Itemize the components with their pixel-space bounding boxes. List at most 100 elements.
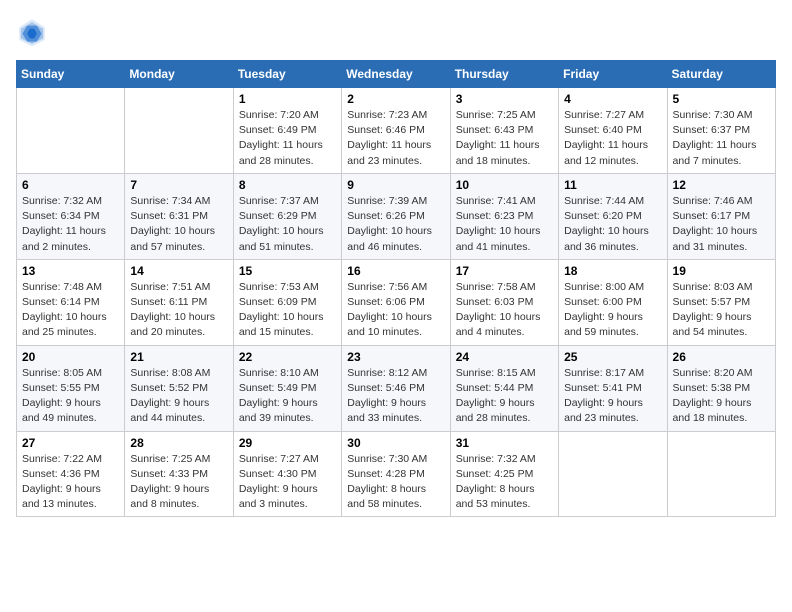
day-info: Sunrise: 7:23 AMSunset: 6:46 PMDaylight:… [347,108,444,169]
day-number: 17 [456,264,553,278]
calendar-cell: 25 Sunrise: 8:17 AMSunset: 5:41 PMDayligh… [559,345,667,431]
day-info: Sunrise: 7:30 AMSunset: 4:28 PMDaylight:… [347,452,444,513]
day-number: 23 [347,350,444,364]
calendar-cell: 21 Sunrise: 8:08 AMSunset: 5:52 PMDayligh… [125,345,233,431]
calendar-cell: 18 Sunrise: 8:00 AMSunset: 6:00 PMDayligh… [559,259,667,345]
weekday-header: Saturday [667,61,775,88]
day-info: Sunrise: 8:10 AMSunset: 5:49 PMDaylight:… [239,366,336,427]
day-number: 28 [130,436,227,450]
day-number: 30 [347,436,444,450]
calendar-cell: 13 Sunrise: 7:48 AMSunset: 6:14 PMDayligh… [17,259,125,345]
calendar-cell: 7 Sunrise: 7:34 AMSunset: 6:31 PMDaylight… [125,173,233,259]
calendar-cell [17,88,125,174]
day-number: 10 [456,178,553,192]
calendar-cell: 19 Sunrise: 8:03 AMSunset: 5:57 PMDayligh… [667,259,775,345]
day-info: Sunrise: 7:27 AMSunset: 4:30 PMDaylight:… [239,452,336,513]
day-info: Sunrise: 7:20 AMSunset: 6:49 PMDaylight:… [239,108,336,169]
calendar-cell [559,431,667,517]
day-number: 8 [239,178,336,192]
day-info: Sunrise: 7:39 AMSunset: 6:26 PMDaylight:… [347,194,444,255]
calendar-cell: 4 Sunrise: 7:27 AMSunset: 6:40 PMDaylight… [559,88,667,174]
day-number: 26 [673,350,770,364]
weekday-header: Friday [559,61,667,88]
weekday-header: Thursday [450,61,558,88]
calendar-week-row: 27 Sunrise: 7:22 AMSunset: 4:36 PMDayligh… [17,431,776,517]
calendar-cell: 8 Sunrise: 7:37 AMSunset: 6:29 PMDaylight… [233,173,341,259]
day-info: Sunrise: 7:53 AMSunset: 6:09 PMDaylight:… [239,280,336,341]
day-number: 19 [673,264,770,278]
calendar-cell: 12Sunrise: 7:46 AMSunset: 6:17 PMDayligh… [667,173,775,259]
weekday-header: Wednesday [342,61,450,88]
calendar-cell [667,431,775,517]
day-number: 4 [564,92,661,106]
calendar-cell: 28 Sunrise: 7:25 AMSunset: 4:33 PMDayligh… [125,431,233,517]
day-number: 5 [673,92,770,106]
day-info: Sunrise: 7:30 AMSunset: 6:37 PMDaylight:… [673,108,770,169]
day-number: 18 [564,264,661,278]
day-number: 20 [22,350,119,364]
calendar-cell: 31Sunrise: 7:32 AMSunset: 4:25 PMDayligh… [450,431,558,517]
day-number: 15 [239,264,336,278]
calendar-week-row: 13 Sunrise: 7:48 AMSunset: 6:14 PMDayligh… [17,259,776,345]
day-info: Sunrise: 7:51 AMSunset: 6:11 PMDaylight:… [130,280,227,341]
weekday-header: Sunday [17,61,125,88]
day-info: Sunrise: 7:32 AMSunset: 4:25 PMDaylight:… [456,452,553,513]
day-number: 12 [673,178,770,192]
day-number: 24 [456,350,553,364]
logo [16,16,52,48]
weekday-header: Tuesday [233,61,341,88]
day-info: Sunrise: 7:56 AMSunset: 6:06 PMDaylight:… [347,280,444,341]
day-info: Sunrise: 7:41 AMSunset: 6:23 PMDaylight:… [456,194,553,255]
calendar-table: SundayMondayTuesdayWednesdayThursdayFrid… [16,60,776,517]
day-number: 27 [22,436,119,450]
day-number: 25 [564,350,661,364]
day-info: Sunrise: 7:22 AMSunset: 4:36 PMDaylight:… [22,452,119,513]
day-info: Sunrise: 7:32 AMSunset: 6:34 PMDaylight:… [22,194,119,255]
calendar-cell: 24 Sunrise: 8:15 AMSunset: 5:44 PMDayligh… [450,345,558,431]
day-number: 11 [564,178,661,192]
day-info: Sunrise: 8:15 AMSunset: 5:44 PMDaylight:… [456,366,553,427]
calendar-cell: 2 Sunrise: 7:23 AMSunset: 6:46 PMDaylight… [342,88,450,174]
calendar-cell: 9 Sunrise: 7:39 AMSunset: 6:26 PMDaylight… [342,173,450,259]
day-info: Sunrise: 8:03 AMSunset: 5:57 PMDaylight:… [673,280,770,341]
day-number: 3 [456,92,553,106]
day-number: 16 [347,264,444,278]
day-number: 9 [347,178,444,192]
day-info: Sunrise: 8:20 AMSunset: 5:38 PMDaylight:… [673,366,770,427]
day-info: Sunrise: 7:27 AMSunset: 6:40 PMDaylight:… [564,108,661,169]
calendar-cell: 30 Sunrise: 7:30 AMSunset: 4:28 PMDayligh… [342,431,450,517]
calendar-cell: 16 Sunrise: 7:56 AMSunset: 6:06 PMDayligh… [342,259,450,345]
calendar-cell: 29 Sunrise: 7:27 AMSunset: 4:30 PMDayligh… [233,431,341,517]
day-info: Sunrise: 8:08 AMSunset: 5:52 PMDaylight:… [130,366,227,427]
day-info: Sunrise: 7:37 AMSunset: 6:29 PMDaylight:… [239,194,336,255]
day-number: 14 [130,264,227,278]
calendar-cell: 5 Sunrise: 7:30 AMSunset: 6:37 PMDaylight… [667,88,775,174]
day-number: 22 [239,350,336,364]
day-info: Sunrise: 8:12 AMSunset: 5:46 PMDaylight:… [347,366,444,427]
day-number: 21 [130,350,227,364]
day-info: Sunrise: 7:34 AMSunset: 6:31 PMDaylight:… [130,194,227,255]
day-info: Sunrise: 7:25 AMSunset: 6:43 PMDaylight:… [456,108,553,169]
day-info: Sunrise: 8:00 AMSunset: 6:00 PMDaylight:… [564,280,661,341]
day-number: 1 [239,92,336,106]
calendar-cell: 27 Sunrise: 7:22 AMSunset: 4:36 PMDayligh… [17,431,125,517]
day-info: Sunrise: 8:05 AMSunset: 5:55 PMDaylight:… [22,366,119,427]
day-info: Sunrise: 7:48 AMSunset: 6:14 PMDaylight:… [22,280,119,341]
day-info: Sunrise: 8:17 AMSunset: 5:41 PMDaylight:… [564,366,661,427]
calendar-header-row: SundayMondayTuesdayWednesdayThursdayFrid… [17,61,776,88]
calendar-week-row: 20 Sunrise: 8:05 AMSunset: 5:55 PMDayligh… [17,345,776,431]
calendar-cell: 15 Sunrise: 7:53 AMSunset: 6:09 PMDayligh… [233,259,341,345]
calendar-cell: 3 Sunrise: 7:25 AMSunset: 6:43 PMDaylight… [450,88,558,174]
day-number: 2 [347,92,444,106]
day-number: 7 [130,178,227,192]
calendar-cell: 1 Sunrise: 7:20 AMSunset: 6:49 PMDaylight… [233,88,341,174]
day-number: 6 [22,178,119,192]
day-info: Sunrise: 7:25 AMSunset: 4:33 PMDaylight:… [130,452,227,513]
day-number: 13 [22,264,119,278]
calendar-cell: 22 Sunrise: 8:10 AMSunset: 5:49 PMDayligh… [233,345,341,431]
calendar-cell: 10 Sunrise: 7:41 AMSunset: 6:23 PMDayligh… [450,173,558,259]
logo-icon [16,16,48,48]
day-number: 29 [239,436,336,450]
weekday-header: Monday [125,61,233,88]
calendar-cell: 11Sunrise: 7:44 AMSunset: 6:20 PMDayligh… [559,173,667,259]
